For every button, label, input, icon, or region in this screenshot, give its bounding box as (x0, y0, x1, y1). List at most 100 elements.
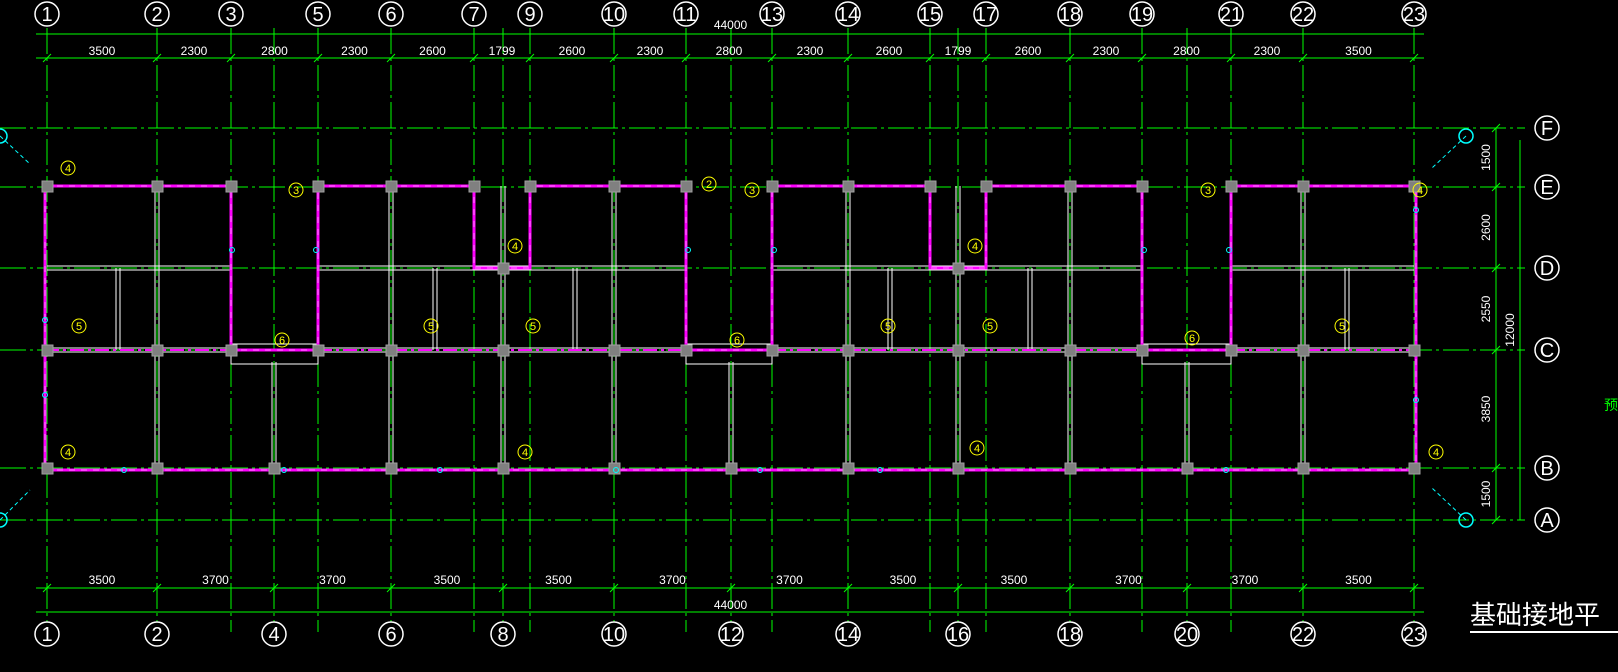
dim-label-bottom: 3700 (1232, 573, 1259, 587)
dim-label-bottom: 3700 (1115, 573, 1142, 587)
electrode-lead (1431, 487, 1467, 521)
dim-label-bottom: 3700 (319, 573, 346, 587)
axis-label-right: A (1540, 510, 1554, 532)
axis-label-top: 5 (312, 4, 323, 26)
detail-tag-label: 4 (1417, 185, 1423, 197)
column (952, 262, 965, 275)
dim-label-bottom: 3500 (545, 573, 572, 587)
dim-total-bottom: 44000 (714, 598, 748, 612)
column (41, 344, 54, 357)
column (1064, 462, 1077, 475)
electrode-lead (1431, 135, 1467, 169)
axis-label-top: 22 (1292, 4, 1314, 26)
dim-label-bottom: 3500 (89, 573, 116, 587)
axis-label-bottom: 10 (603, 624, 625, 646)
axis-label-top: 23 (1403, 4, 1425, 26)
column (468, 180, 481, 193)
detail-tag-label: 3 (293, 185, 299, 197)
dim-label-top: 2800 (1173, 44, 1200, 58)
dim-label-top: 1799 (489, 44, 516, 58)
balcony-box (685, 343, 773, 365)
column (1297, 180, 1310, 193)
column (151, 180, 164, 193)
column (1225, 344, 1238, 357)
axis-label-bottom: 6 (385, 624, 396, 646)
axis-label-right: C (1540, 340, 1554, 362)
axis-label-right: D (1540, 258, 1554, 280)
axis-label-top: 18 (1059, 4, 1081, 26)
axis-label-top: 19 (1131, 4, 1153, 26)
foundation-grounding-plan: 44000 3500 2300 2800 2300 2600 1799 2600 2300 280… (0, 1, 1618, 647)
axis-label-right: E (1540, 177, 1553, 199)
detail-tag-label: 4 (972, 241, 978, 253)
drawing-title: 基础接地平 (1470, 601, 1600, 631)
axis-label-bottom: 14 (837, 624, 859, 646)
column (1297, 344, 1310, 357)
axis-label-right: B (1540, 458, 1553, 480)
column (497, 344, 510, 357)
column (1064, 344, 1077, 357)
detail-tag-label: 4 (65, 447, 71, 459)
column (842, 344, 855, 357)
column (1408, 344, 1421, 357)
column (268, 462, 281, 475)
dim-label-bottom: 3500 (1001, 573, 1028, 587)
column (952, 462, 965, 475)
axis-label-bottom: 16 (947, 624, 969, 646)
dim-label-bottom: 3700 (202, 573, 229, 587)
column (766, 180, 779, 193)
dimension-lines: 44000 3500 2300 2800 2300 2600 1799 2600 2300 280… (36, 18, 1521, 613)
axis-grid (0, 28, 1525, 632)
dim-label-top: 2800 (716, 44, 743, 58)
dim-label-bottom: 3700 (776, 573, 803, 587)
dim-label-bottom: 3500 (434, 573, 461, 587)
detail-tag-label: 5 (530, 321, 536, 333)
axis-label-top: 3 (225, 4, 236, 26)
column (151, 462, 164, 475)
dim-label-top: 2600 (1015, 44, 1042, 58)
detail-tag-label: 2 (706, 179, 712, 191)
axis-label-bottom: 22 (1292, 624, 1314, 646)
axis-label-top: 14 (837, 4, 859, 26)
column (608, 180, 621, 193)
dim-label-bottom: 3500 (890, 573, 917, 587)
column (1136, 344, 1149, 357)
dim-label-top: 3500 (1345, 44, 1372, 58)
column (385, 344, 398, 357)
axis-label-top: 15 (919, 4, 941, 26)
axis-label-top: 21 (1220, 4, 1242, 26)
axis-label-bottom: 20 (1176, 624, 1198, 646)
detail-tag-label: 6 (734, 335, 740, 347)
dim-label-top: 2300 (341, 44, 368, 58)
column (497, 262, 510, 275)
axis-label-top: 17 (975, 4, 997, 26)
dim-total-right: 12000 (1503, 313, 1517, 347)
column (952, 344, 965, 357)
dim-label-top: 2600 (559, 44, 586, 58)
column (842, 180, 855, 193)
detail-tags: 4 3 4 2 3 4 3 4 5 6 5 5 6 5 5 6 5 4 4 4 4 (60, 160, 1444, 460)
dim-label-top: 2300 (1093, 44, 1120, 58)
detail-tag-label: 6 (1189, 333, 1195, 345)
dim-label-top: 2300 (637, 44, 664, 58)
column (680, 180, 693, 193)
dim-label-top: 3500 (89, 44, 116, 58)
detail-tag-label: 4 (974, 443, 980, 455)
axis-label-bottom: 2 (151, 624, 162, 646)
column (385, 462, 398, 475)
column (1297, 462, 1310, 475)
side-note: 预 (1604, 398, 1618, 414)
column (312, 180, 325, 193)
detail-tag-label: 5 (76, 321, 82, 333)
axis-label-top: 10 (603, 4, 625, 26)
dim-label-top: 2600 (876, 44, 903, 58)
column (766, 344, 779, 357)
detail-tag-label: 4 (512, 241, 518, 253)
axis-label-right: F (1541, 118, 1553, 140)
detail-tag-label: 4 (1433, 447, 1439, 459)
column (151, 344, 164, 357)
axis-label-top: 11 (676, 4, 697, 26)
axis-bubbles: 1 2 3 5 6 7 9 10 11 13 14 15 17 18 19 21 22 231 2 4 6 8 10 12 14… (34, 1, 1560, 647)
dim-total-top: 44000 (714, 18, 748, 32)
column (497, 462, 510, 475)
